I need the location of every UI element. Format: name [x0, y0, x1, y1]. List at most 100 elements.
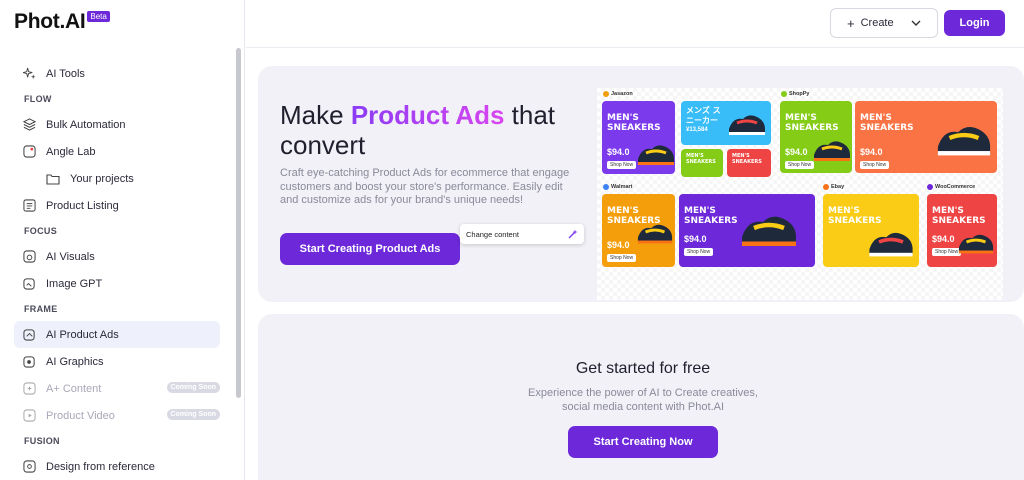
hero-card: Make Product Ads that convert Craft eye-…	[258, 66, 1024, 302]
sidebar-nav: AI Tools FLOW Bulk Automation Angle Lab	[0, 60, 232, 480]
ad-tile: MEN'S SNEAKERS	[681, 149, 723, 177]
change-content-popup[interactable]: Change content	[460, 224, 584, 244]
ad-tile: MEN'S SNEAKERS $94.0 Shop Now	[602, 194, 675, 267]
sidebar-item-angle-lab[interactable]: Angle Lab	[14, 138, 220, 165]
sidebar: Phot.AI Beta AI Tools FLOW Bulk Automati…	[0, 0, 245, 480]
sneaker-image	[869, 232, 913, 257]
graphics-icon	[22, 355, 36, 369]
sidebar-item-ai-visuals[interactable]: AI Visuals	[14, 243, 220, 270]
ad-tile: MEN'S SNEAKERS	[727, 149, 771, 177]
sidebar-item-label: Product Listing	[46, 199, 119, 212]
hero-description: Craft eye-catching Product Ads for ecomm…	[280, 167, 570, 206]
ad-headline: MEN'S SNEAKERS	[932, 206, 986, 226]
sidebar-item-product-listing[interactable]: Product Listing	[14, 192, 220, 219]
app-root: Phot.AI Beta AI Tools FLOW Bulk Automati…	[0, 0, 1024, 480]
visuals-icon	[22, 250, 36, 264]
sidebar-item-label: AI Product Ads	[46, 328, 119, 341]
brand-name: ShopPy	[789, 91, 810, 97]
video-icon	[22, 409, 36, 423]
brand-name: Jasazon	[611, 91, 633, 97]
hero-title-prefix: Make	[280, 100, 351, 130]
sneaker-image	[637, 224, 673, 244]
brand-label: Ebay	[823, 184, 844, 190]
get-started-title: Get started for free	[575, 360, 711, 377]
ad-headline: MEN'S SNEAKERS	[686, 153, 716, 165]
sidebar-item-label: A+ Content	[46, 382, 102, 395]
sidebar-item-ai-product-ads[interactable]: AI Product Ads	[14, 321, 220, 348]
brand-label: Walmart	[603, 184, 633, 190]
ad-price: $94.0	[932, 234, 955, 244]
section-frame: FRAME	[24, 304, 58, 314]
ad-tile: MEN'S SNEAKERS $94.0 Shop Now	[679, 194, 815, 267]
sidebar-item-ai-tools[interactable]: AI Tools	[14, 60, 220, 87]
create-label: Create	[860, 17, 894, 29]
sidebar-item-label: Product Video	[46, 409, 115, 422]
ad-price: $94.0	[860, 147, 883, 157]
sidebar-item-label: Your projects	[70, 172, 134, 185]
brand-name: Ebay	[831, 184, 845, 190]
ad-shop-now: Shop Now	[860, 161, 890, 169]
hero-title-highlight: Product Ads	[350, 100, 505, 130]
logo[interactable]: Phot.AI Beta	[14, 10, 110, 34]
brand-label: Jasazon	[603, 91, 633, 97]
ad-shop-now: Shop Now	[684, 248, 714, 256]
sidebar-item-bulk-automation[interactable]: Bulk Automation	[14, 111, 220, 138]
sidebar-item-label: AI Graphics	[46, 355, 104, 368]
sneaker-image	[958, 234, 994, 254]
sidebar-item-ai-graphics[interactable]: AI Graphics	[14, 348, 220, 375]
ad-headline: MEN'S SNEAKERS	[684, 206, 738, 226]
ad-headline-jp: メンズ スニーカー	[686, 106, 721, 125]
brand-name: WooCommerce	[935, 184, 976, 190]
sparkles-icon	[22, 67, 36, 81]
ad-price: $94.0	[607, 147, 630, 157]
ad-shop-now: Shop Now	[607, 161, 637, 169]
ad-shop-now: Shop Now	[607, 254, 637, 262]
sneaker-image	[814, 141, 850, 161]
section-focus: FOCUS	[24, 226, 57, 236]
ad-headline: MEN'S SNEAKERS	[785, 113, 839, 133]
coming-soon-badge: Coming Soon	[166, 382, 220, 393]
product-ads-icon	[22, 328, 36, 342]
image-gpt-icon	[22, 277, 36, 291]
layers-icon	[22, 118, 36, 132]
ad-tile: メンズ スニーカー ¥13,584	[681, 101, 771, 145]
ad-price: $94.0	[607, 240, 630, 250]
sidebar-item-label: Bulk Automation	[46, 118, 126, 131]
list-icon	[22, 199, 36, 213]
sidebar-item-image-gpt[interactable]: Image GPT	[14, 270, 220, 297]
get-started-card: Get started for free Experience the powe…	[258, 314, 1024, 480]
product-ads-collage: Jasazon MEN'S SNEAKERS $94.0 Shop Now メン…	[597, 88, 1003, 300]
magic-wand-icon[interactable]	[568, 229, 578, 241]
ad-headline: MEN'S SNEAKERS	[860, 113, 914, 133]
sneaker-image	[729, 115, 765, 135]
popup-label: Change content	[466, 229, 519, 239]
ad-price: $94.0	[785, 147, 808, 157]
sidebar-item-product-video: Product Video Coming Soon	[14, 402, 220, 429]
start-creating-product-ads-button[interactable]: Start Creating Product Ads	[280, 233, 460, 265]
ad-headline: MEN'S SNEAKERS	[828, 206, 882, 226]
plus-icon: +	[847, 15, 855, 31]
ad-headline: MEN'S SNEAKERS	[607, 113, 661, 133]
sidebar-item-your-projects[interactable]: Your projects	[14, 165, 220, 192]
ad-headline: MEN'S SNEAKERS	[732, 153, 762, 165]
login-button[interactable]: Login	[944, 10, 1005, 36]
get-started-description: Experience the power of AI to Create cre…	[528, 387, 758, 413]
create-dropdown-button[interactable]: + Create	[830, 8, 938, 38]
ad-tile: MEN'S SNEAKERS	[823, 194, 919, 267]
ad-price-jp: ¥13,584	[686, 127, 708, 133]
ad-tile: MEN'S SNEAKERS $94.0 Shop Now	[927, 194, 997, 267]
sidebar-item-label: Angle Lab	[46, 145, 96, 158]
brand-label: WooCommerce	[927, 184, 975, 190]
sidebar-item-label: Design from reference	[46, 460, 155, 473]
section-fusion: FUSION	[24, 436, 60, 446]
sidebar-item-design-from-reference[interactable]: Design from reference	[14, 453, 220, 480]
angle-lab-icon	[22, 145, 36, 159]
sneaker-image	[742, 216, 796, 246]
sneaker-image	[638, 145, 674, 165]
sidebar-scrollbar[interactable]	[236, 48, 241, 398]
start-creating-now-button[interactable]: Start Creating Now	[568, 426, 718, 458]
brand-label: ShopPy	[781, 91, 809, 97]
ad-tile: MEN'S SNEAKERS $94.0 Shop Now	[602, 101, 675, 174]
beta-badge: Beta	[87, 11, 110, 22]
sidebar-item-label: AI Visuals	[46, 250, 95, 263]
